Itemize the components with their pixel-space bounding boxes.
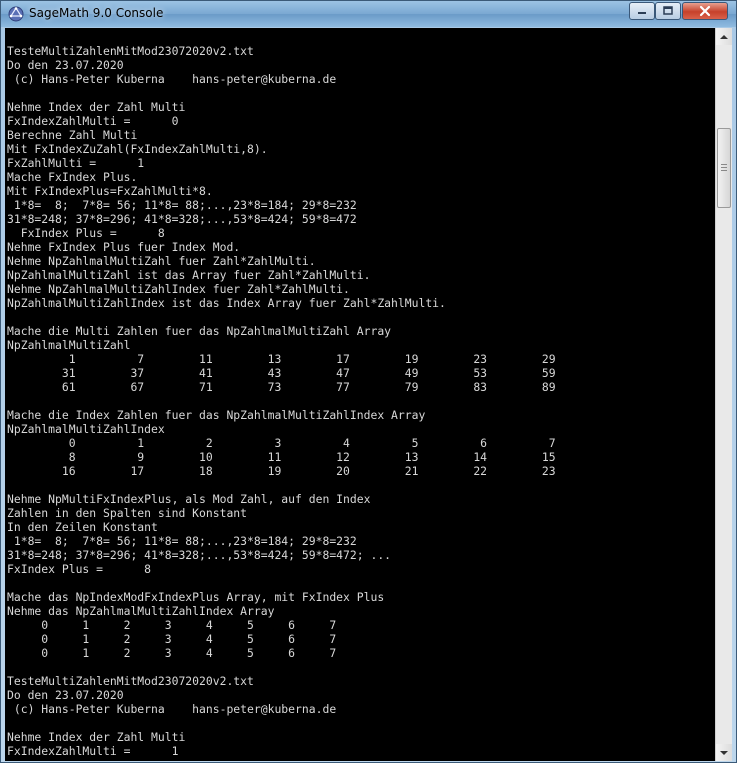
scroll-up-arrow-icon — [720, 34, 728, 39]
sagemath-icon — [8, 6, 24, 22]
console-line: 8 9 10 11 12 13 14 15 — [7, 450, 556, 464]
console-line: 0 1 2 3 4 5 6 7 — [7, 436, 556, 450]
console-line: FxZahlMulti = 1 — [7, 156, 145, 170]
console-line: 1 7 11 13 17 19 23 29 — [7, 352, 556, 366]
console-line: Nehme FxIndex Plus fuer Index Mod. — [7, 240, 241, 254]
console-line: 1*8= 8; 7*8= 56; 11*8= 88;...,23*8=184; … — [7, 534, 357, 548]
console-line: Berechne Zahl Multi — [7, 128, 138, 142]
console-line: (c) Hans-Peter Kuberna hans-peter@kubern… — [7, 72, 337, 86]
console-text: TesteMultiZahlenMitMod23072020v2.txt Do d… — [7, 44, 556, 758]
console-line: 61 67 71 73 77 79 83 89 — [7, 380, 556, 394]
scroll-thumb[interactable] — [717, 128, 731, 208]
maximize-icon — [663, 6, 673, 15]
console-line: TesteMultiZahlenMitMod23072020v2.txt — [7, 674, 254, 688]
console-line: Mit FxIndexZuZahl(FxIndexZahlMulti,8). — [7, 142, 268, 156]
console-line: NpZahlmalMultiZahlIndex ist das Index Ar… — [7, 296, 446, 310]
console-line: FxIndexZahlMulti = 0 — [7, 114, 179, 128]
close-icon — [699, 5, 711, 17]
console-window: SageMath 9.0 Console TesteMultiZahlenMit… — [0, 0, 737, 763]
console-line: NpZahlmalMultiZahlIndex — [7, 422, 165, 436]
console-line: Nehme NpMultiFxIndexPlus, als Mod Zahl, … — [7, 492, 371, 506]
console-line: Nehme NpZahlmalMultiZahl fuer Zahl*ZahlM… — [7, 254, 316, 268]
console-line: NpZahlmalMultiZahl — [7, 338, 131, 352]
close-button[interactable] — [682, 2, 728, 20]
window-title: SageMath 9.0 Console — [29, 6, 164, 20]
console-line: In den Zeilen Konstant — [7, 520, 158, 534]
grip-line — [721, 167, 727, 168]
console-line: 0 1 2 3 4 5 6 7 — [7, 618, 337, 632]
grip-line — [721, 164, 727, 165]
console-line: Mache die Index Zahlen fuer das NpZahlma… — [7, 408, 426, 422]
scroll-down-arrow-icon — [720, 750, 728, 755]
console-line: 31*8=248; 37*8=296; 41*8=328;...,53*8=42… — [7, 548, 392, 562]
scroll-up-button[interactable] — [716, 28, 732, 45]
minimize-button[interactable] — [629, 2, 655, 20]
console-line: FxIndexZahlMulti = 1 — [7, 744, 179, 758]
console-line: TesteMultiZahlenMitMod23072020v2.txt — [7, 44, 254, 58]
vertical-scrollbar[interactable] — [715, 28, 732, 761]
console-line: FxIndex Plus = 8 — [7, 562, 152, 576]
minimize-icon — [638, 12, 646, 14]
title-bar[interactable]: SageMath 9.0 Console — [1, 1, 736, 27]
console-line: Mit FxIndexPlus=FxZahlMulti*8. — [7, 184, 213, 198]
console-line: 1*8= 8; 7*8= 56; 11*8= 88;...,23*8=184; … — [7, 198, 357, 212]
maximize-button[interactable] — [655, 2, 681, 20]
console-line: Nehme Index der Zahl Multi — [7, 100, 186, 114]
console-line: 31*8=248; 37*8=296; 41*8=328;...,53*8=42… — [7, 212, 357, 226]
console-line: FxIndex Plus = 8 — [7, 226, 165, 240]
console-line: Nehme NpZahlmalMultiZahlIndex fuer Zahl*… — [7, 282, 350, 296]
scroll-down-button[interactable] — [716, 744, 732, 761]
console-line: Mache die Multi Zahlen fuer das NpZahlma… — [7, 324, 392, 338]
console-line: 31 37 41 43 47 49 53 59 — [7, 366, 556, 380]
console-line: Nehme Index der Zahl Multi — [7, 730, 186, 744]
console-line: Do den 23.07.2020 — [7, 58, 124, 72]
console-output-area[interactable]: TesteMultiZahlenMitMod23072020v2.txt Do d… — [5, 28, 715, 761]
console-line: Nehme das NpZahlmalMultiZahlIndex Array — [7, 604, 275, 618]
console-line: Mache das NpIndexModFxIndexPlus Array, m… — [7, 590, 385, 604]
console-line: 0 1 2 3 4 5 6 7 — [7, 632, 337, 646]
console-line: Mache FxIndex Plus. — [7, 170, 138, 184]
console-line: Zahlen in den Spalten sind Konstant — [7, 506, 248, 520]
console-line: NpZahlmalMultiZahl ist das Array fuer Za… — [7, 268, 371, 282]
console-line: (c) Hans-Peter Kuberna hans-peter@kubern… — [7, 702, 337, 716]
console-line: Do den 23.07.2020 — [7, 688, 124, 702]
console-line: 0 1 2 3 4 5 6 7 — [7, 646, 337, 660]
console-line: 16 17 18 19 20 21 22 23 — [7, 464, 556, 478]
grip-line — [721, 170, 727, 171]
